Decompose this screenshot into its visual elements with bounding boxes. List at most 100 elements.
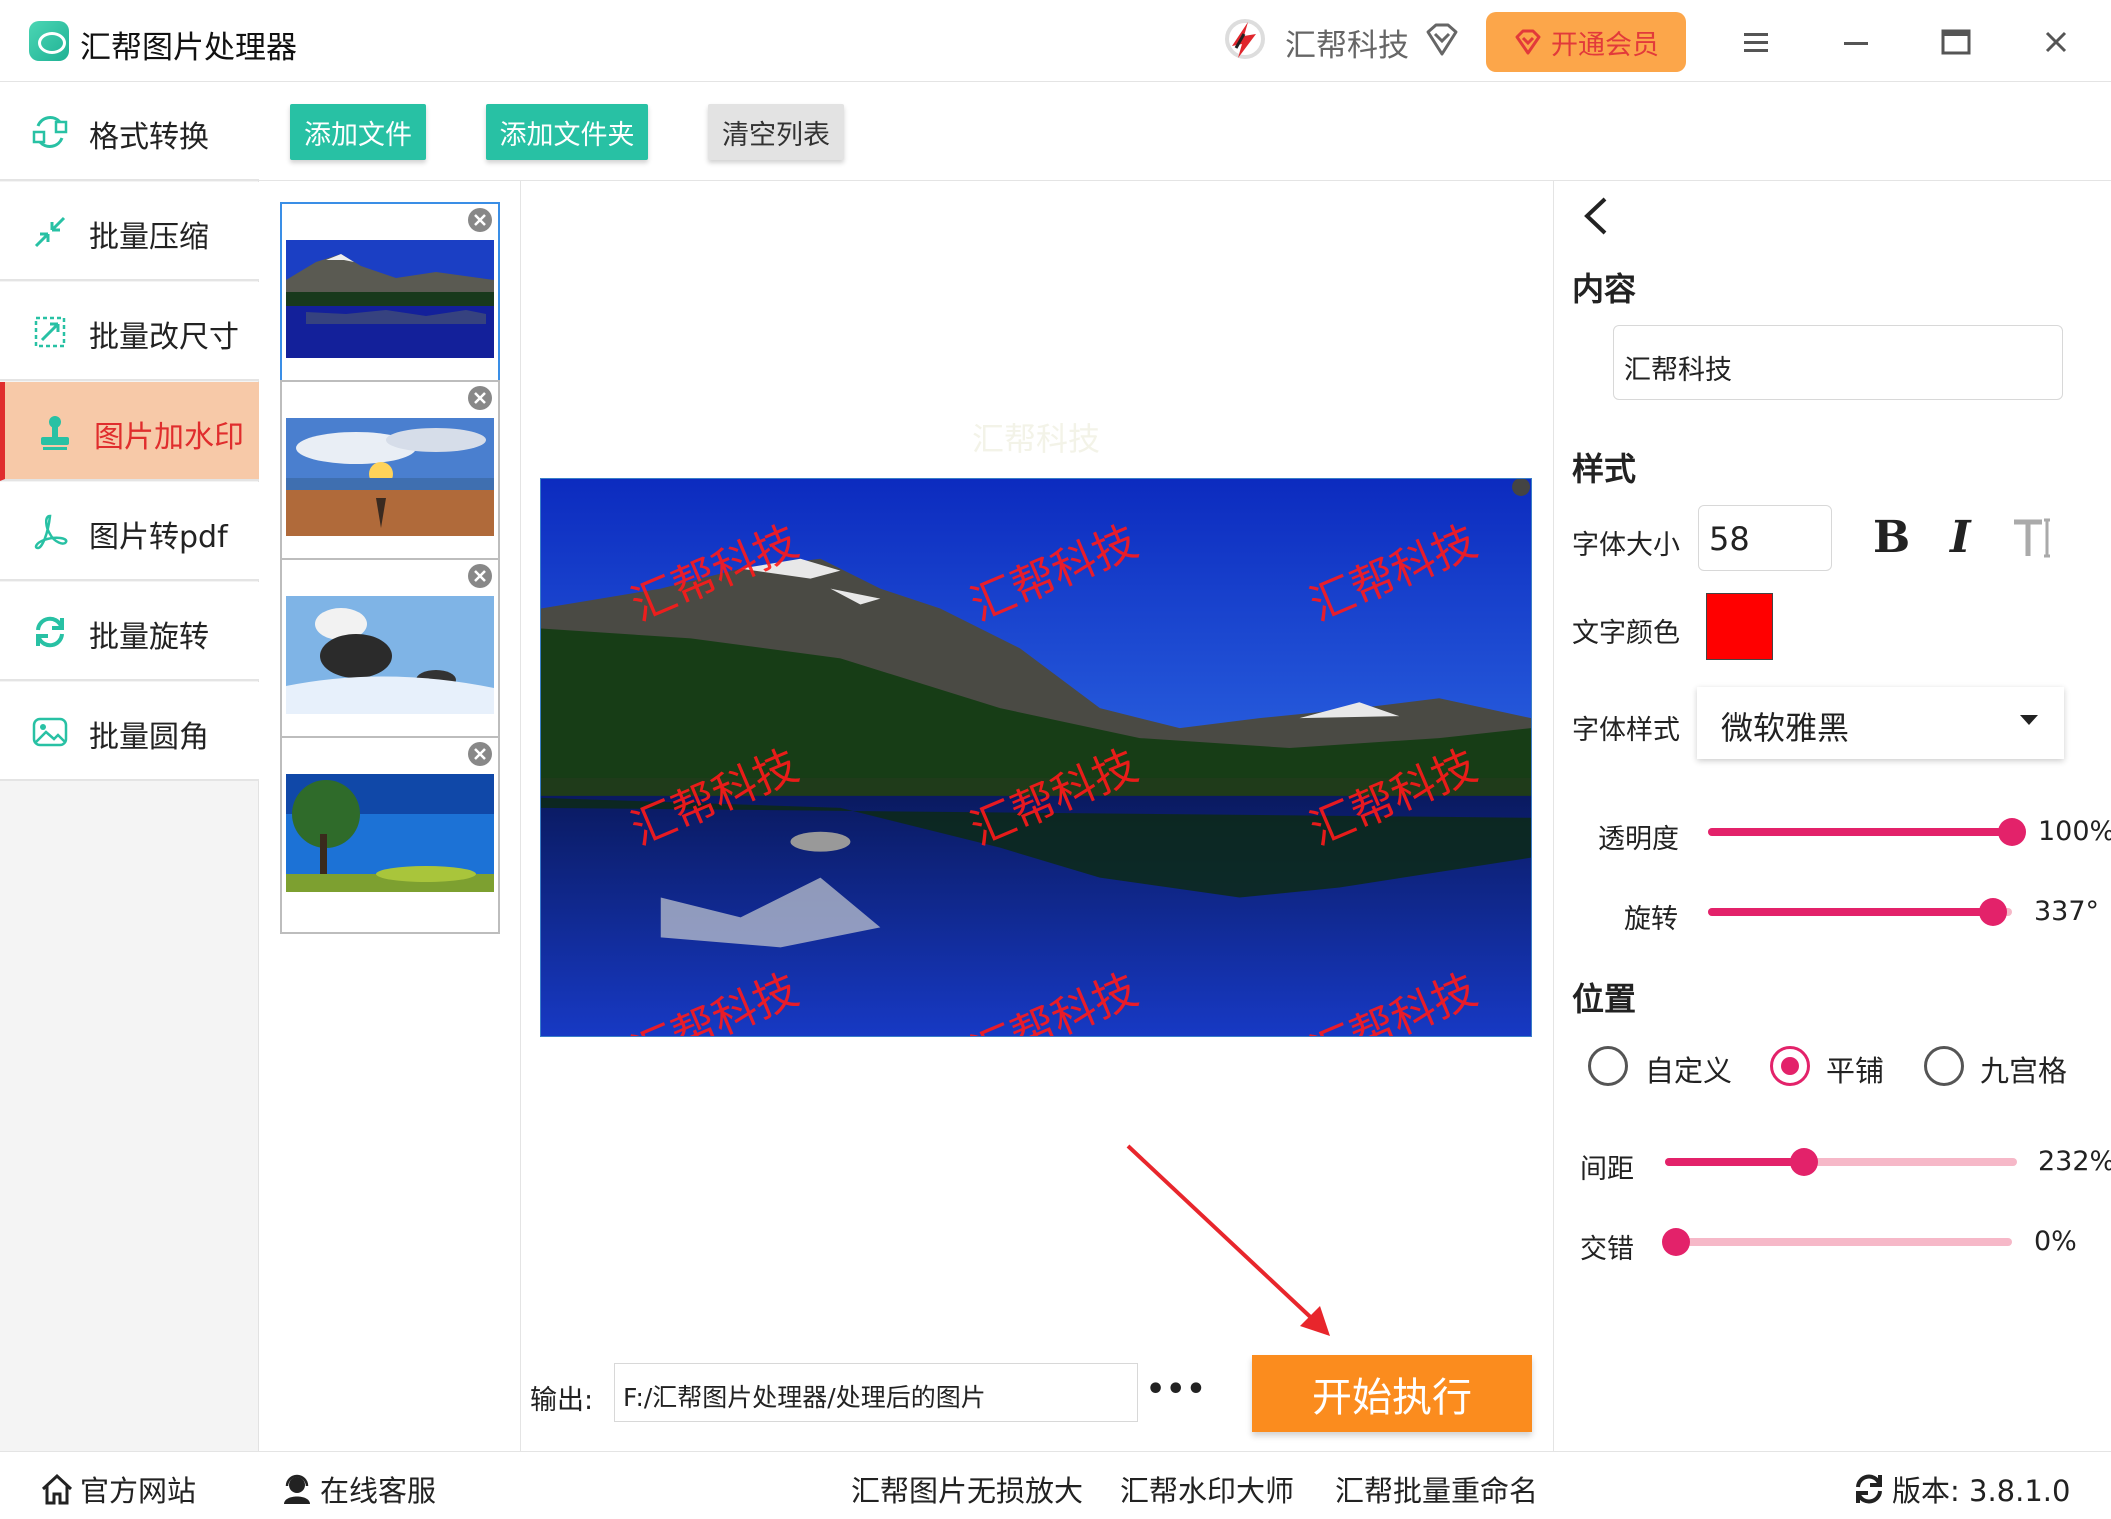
vip-diamond-icon [1515, 29, 1541, 55]
link-batch-rename[interactable]: 汇帮批量重命名 [1335, 1468, 1538, 1510]
remove-thumbnail-icon[interactable] [466, 206, 494, 234]
sidebar-item-round-corner[interactable]: 批量圆角 [0, 682, 259, 781]
font-style-select[interactable]: 微软雅黑 [1697, 687, 2064, 759]
link-lossless-upscale[interactable]: 汇帮图片无损放大 [851, 1468, 1083, 1510]
radio-nine-grid[interactable] [1924, 1046, 1964, 1086]
sidebar-item-label: 格式转换 [89, 120, 209, 155]
text-strike-icon[interactable] [2010, 514, 2058, 562]
spacing-slider[interactable] [1665, 1148, 2017, 1176]
support-agent-icon [284, 1474, 310, 1504]
maximize-icon[interactable] [1936, 22, 1976, 62]
font-size-input[interactable]: 58 [1698, 505, 1832, 571]
vip-button[interactable]: 开通会员 [1486, 12, 1686, 72]
vip-label: 开通会员 [1551, 29, 1659, 61]
version-label: 版本: 3.8.1.0 [1892, 1474, 2071, 1508]
support-link[interactable]: 在线客服 [280, 1468, 436, 1510]
sidebar-item-label: 批量改尺寸 [89, 320, 239, 355]
sidebar-item-format-convert[interactable]: 格式转换 [0, 82, 259, 181]
radio-tile[interactable] [1770, 1046, 1810, 1086]
rotation-slider[interactable] [1708, 898, 2012, 926]
format-convert-icon [32, 116, 68, 148]
thumbnail-image [286, 240, 494, 358]
add-folder-button[interactable]: 添加文件夹 [486, 104, 648, 160]
sidebar: 格式转换 批量压缩 批量改尺寸 图片加水印 图片转pdf 批量旋转 批量圆角 [0, 82, 259, 1451]
sidebar-item-compress[interactable]: 批量压缩 [0, 182, 259, 281]
pdf-icon [34, 514, 68, 550]
sidebar-item-label: 批量压缩 [89, 220, 209, 255]
add-file-button[interactable]: 添加文件 [290, 104, 426, 160]
version-info[interactable]: 版本: 3.8.1.0 [1852, 1468, 2070, 1510]
remove-thumbnail-icon[interactable] [466, 562, 494, 590]
spacing-value: 232% [2038, 1146, 2111, 1177]
sidebar-item-watermark[interactable]: 图片加水印 [0, 382, 259, 481]
opacity-slider[interactable] [1708, 818, 2026, 846]
slider-handle[interactable] [1978, 898, 2007, 926]
sidebar-item-to-pdf[interactable]: 图片转pdf [0, 482, 259, 581]
opacity-value: 100% [2038, 816, 2111, 847]
slider-handle[interactable] [1998, 818, 2026, 846]
spacing-label: 间距 [1580, 1154, 1634, 1185]
diamond-icon[interactable] [1422, 20, 1462, 60]
minimize-icon[interactable] [1836, 22, 1876, 62]
thumbnail-image [286, 774, 494, 892]
browse-more-button[interactable]: ••• [1146, 1372, 1206, 1412]
thumbnail-snowy-trees[interactable] [280, 558, 500, 756]
sidebar-item-rotate[interactable]: 批量旋转 [0, 582, 259, 681]
font-size-label: 字体大小 [1572, 530, 1680, 561]
opacity-label: 透明度 [1598, 824, 1679, 855]
thumbnail-list [259, 181, 521, 1451]
clear-list-button[interactable]: 清空列表 [708, 104, 844, 160]
slider-handle[interactable] [1662, 1228, 1690, 1256]
thumbnail-sunset-beach[interactable] [280, 380, 500, 578]
radio-custom[interactable] [1588, 1046, 1628, 1086]
rotation-label: 旋转 [1624, 904, 1678, 935]
text-color-swatch[interactable] [1706, 593, 1773, 660]
bold-button[interactable]: B [1873, 512, 1910, 563]
caret-down-icon [2020, 715, 2038, 725]
offset-slider[interactable] [1662, 1228, 2012, 1256]
website-link[interactable]: 官方网站 [40, 1468, 196, 1510]
home-icon [41, 1473, 73, 1505]
red-arrow-annotation [1126, 1144, 1330, 1336]
italic-button[interactable]: I [1950, 512, 1971, 563]
position-section-title: 位置 [1572, 980, 1637, 1018]
slider-fill [1665, 1158, 1805, 1166]
slider-fill [1708, 908, 1993, 916]
thumbnail-tree-sky[interactable] [280, 736, 500, 934]
thumbnail-image [286, 596, 494, 714]
preview-image: 汇帮科技 汇帮科技 汇帮科技 汇帮科技 汇帮科技 汇帮科技 汇帮科技 汇帮科技 … [541, 479, 1531, 1036]
image-preview: 汇帮科技 汇帮科技 汇帮科技 汇帮科技 汇帮科技 汇帮科技 汇帮科技 汇帮科技 … [540, 478, 1532, 1037]
output-label: 输出: [530, 1385, 594, 1416]
radio-custom-label: 自定义 [1645, 1054, 1733, 1088]
title-bar: 汇帮图片处理器 汇帮科技 开通会员 [0, 0, 2111, 82]
app-logo-icon [29, 21, 69, 61]
chevron-left-icon[interactable] [1577, 193, 1617, 239]
radio-nine-grid-label: 九宫格 [1980, 1054, 2068, 1088]
menu-icon[interactable] [1736, 22, 1776, 62]
content-section-title: 内容 [1572, 270, 1637, 308]
sidebar-item-label: 图片加水印 [94, 420, 244, 455]
sidebar-item-label: 批量旋转 [89, 620, 209, 655]
font-style-label: 字体样式 [1572, 715, 1680, 746]
watermark-stamp-icon [41, 416, 69, 450]
text-color-label: 文字颜色 [1572, 618, 1680, 649]
compress-icon [34, 216, 66, 248]
font-style-value: 微软雅黑 [1721, 709, 1850, 747]
sidebar-item-resize[interactable]: 批量改尺寸 [0, 282, 259, 381]
start-button[interactable]: 开始执行 [1252, 1355, 1532, 1432]
close-window-icon[interactable] [2036, 22, 2076, 62]
round-corner-image-icon [32, 717, 68, 747]
link-watermark-master[interactable]: 汇帮水印大师 [1120, 1468, 1294, 1510]
watermark-content-input[interactable]: 汇帮科技 [1613, 325, 2063, 400]
app-title: 汇帮图片处理器 [80, 30, 297, 66]
rotate-icon [36, 616, 64, 648]
thumbnail-mountain-lake[interactable] [280, 202, 500, 400]
output-path-field[interactable]: F:/汇帮图片处理器/处理后的图片 [614, 1363, 1138, 1422]
sidebar-item-label: 批量圆角 [89, 720, 209, 755]
rotation-value: 337° [2034, 896, 2100, 927]
remove-thumbnail-icon[interactable] [466, 740, 494, 768]
remove-thumbnail-icon[interactable] [466, 384, 494, 412]
slider-fill [1708, 828, 2012, 836]
brand-name: 汇帮科技 [1285, 28, 1409, 64]
thumbnail-image [286, 418, 494, 536]
